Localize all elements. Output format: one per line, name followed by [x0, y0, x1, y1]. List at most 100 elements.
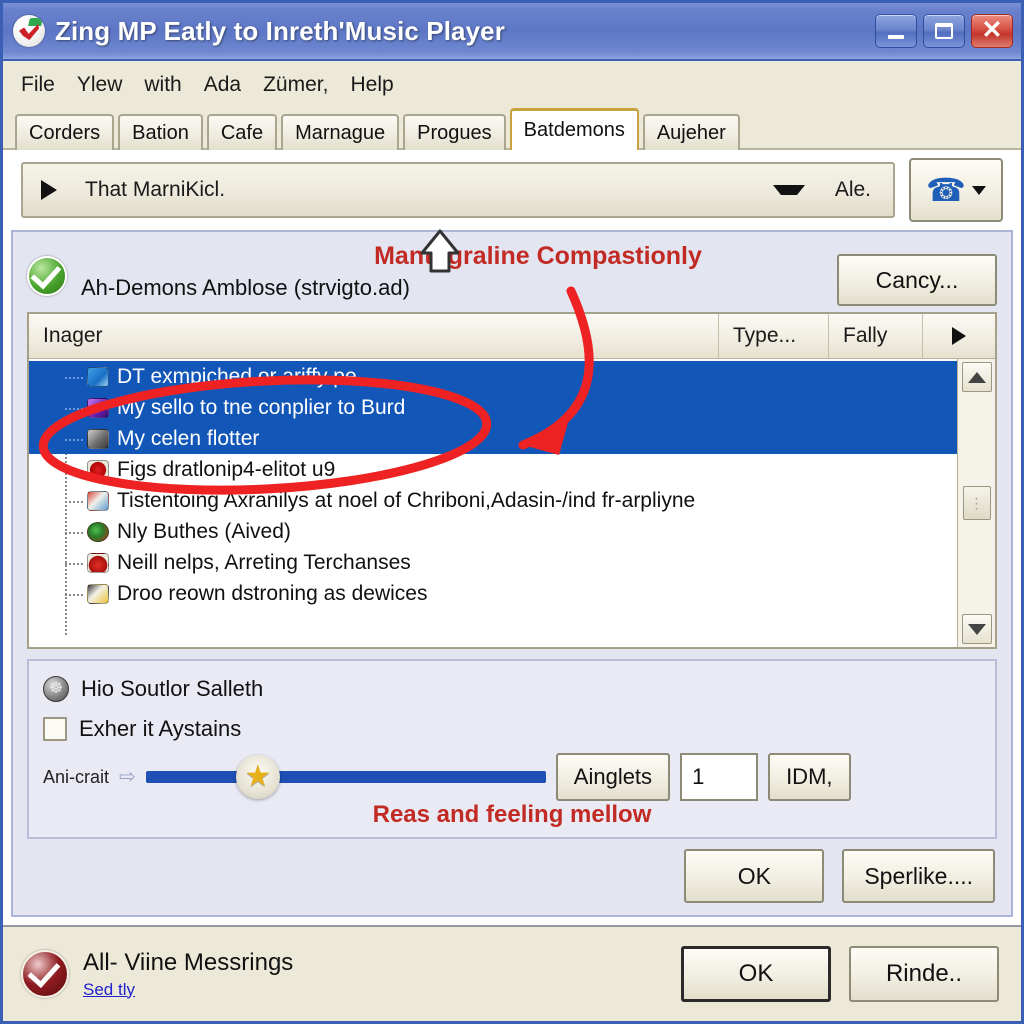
list-item[interactable]: Figs dratlonip4-elitot u9 — [29, 454, 957, 485]
play-triangle-icon — [952, 327, 966, 345]
status-texts: All- Viine Messrings Sed tly — [83, 949, 667, 1000]
yellow-folder-icon — [87, 583, 109, 604]
tab-aujeher[interactable]: Aujeher — [642, 114, 740, 150]
main-panel: Mantograline Compastionly Ah-Demons Ambl… — [11, 230, 1013, 917]
maximize-button[interactable] — [923, 14, 965, 48]
list-view: Inager Type... Fally DT exmpiched or ari… — [27, 312, 997, 649]
scroll-up-button[interactable] — [961, 362, 992, 392]
red-bell-icon — [87, 552, 109, 573]
right-arrow-icon: ⇨ — [119, 766, 136, 788]
camera-icon — [87, 428, 109, 449]
column-header-type[interactable]: Type... — [719, 314, 829, 358]
chevron-down-icon[interactable] — [772, 185, 805, 195]
menu-item-zumer[interactable]: Zümer, — [263, 73, 328, 97]
tab-cafe[interactable]: Cafe — [206, 114, 278, 150]
list-item[interactable]: My celen flotter — [29, 423, 957, 454]
green-check-icon — [27, 256, 67, 296]
purple-gradient-icon — [87, 397, 109, 418]
status-bar: All- Viine Messrings Sed tly OK Rinde.. — [3, 925, 1021, 1021]
chevron-down-icon[interactable] — [971, 185, 986, 195]
list-item[interactable]: Nly Buthes (Aived) — [29, 516, 957, 547]
menu-bar: File Ylew with Ada Zümer, Help — [3, 61, 1021, 108]
source-combobox[interactable]: That MarniKicl. Ale. — [21, 162, 895, 218]
dark-red-check-icon — [21, 950, 69, 998]
window-controls: ✕ — [875, 14, 1013, 48]
list-scrollbar[interactable]: ⋮ — [957, 359, 995, 647]
list-item[interactable]: Neill nelps, Arreting Terchanses — [29, 547, 957, 578]
status-link[interactable]: Sed tly — [83, 980, 135, 1000]
ainglets-button[interactable]: Ainglets — [555, 753, 671, 801]
maximize-icon — [935, 23, 953, 39]
tab-strip: Corders Bation Cafe Marnague Progues Bat… — [3, 108, 1021, 150]
volume-slider[interactable]: ★ — [145, 755, 546, 799]
tab-bation[interactable]: Bation — [118, 114, 203, 150]
list-item-label: DT exmpiched or ariffy pe — [117, 364, 357, 388]
column-header-fally[interactable]: Fally — [829, 314, 923, 358]
exher-checkbox[interactable] — [43, 717, 67, 741]
dialog-button-row: OK Sperlike.... — [27, 839, 997, 905]
minimize-icon — [888, 35, 904, 39]
tab-corders[interactable]: Corders — [15, 114, 115, 150]
checkbox-row[interactable]: Exher it Aystains — [43, 709, 981, 749]
list-item[interactable]: Droo reown dstroning as dewices — [29, 578, 957, 609]
client-area: That MarniKicl. Ale. ☎ Mantograline Comp… — [3, 150, 1021, 925]
column-header-inager[interactable]: Inager — [29, 314, 719, 358]
list-item[interactable]: DT exmpiched or ariffy pe — [29, 361, 957, 392]
list-body: DT exmpiched or ariffy pe My sello to tn… — [29, 359, 995, 647]
tab-batdemons[interactable]: Batdemons — [509, 108, 639, 150]
combobox-value: That MarniKicl. — [85, 178, 226, 201]
combo-row: That MarniKicl. Ale. ☎ — [3, 150, 1021, 230]
quantity-input[interactable]: 1 — [680, 753, 759, 801]
list-item-label: My sello to tne conplier to Burd — [117, 395, 406, 419]
dialog-sperlike-button[interactable]: Sperlike.... — [842, 849, 995, 903]
play-triangle-icon — [41, 180, 73, 200]
status-rinde-button[interactable]: Rinde.. — [849, 946, 999, 1002]
slider-row: Ani-crait ⇨ ★ Ainglets 1 IDM, — [43, 749, 981, 805]
scroll-down-button[interactable] — [961, 614, 992, 644]
scroll-up-icon — [967, 371, 986, 383]
idm-button[interactable]: IDM, — [768, 753, 851, 801]
checkbox-label: Exher it Aystains — [79, 716, 242, 741]
slider-thumb[interactable]: ★ — [235, 755, 280, 799]
list-item[interactable]: My sello to tne conplier to Burd — [29, 392, 957, 423]
blue-gradient-icon — [87, 366, 109, 387]
menu-item-help[interactable]: Help — [350, 73, 393, 97]
close-button[interactable]: ✕ — [971, 14, 1013, 48]
tab-progues[interactable]: Progues — [403, 114, 506, 150]
window-title: Zing MP Eatly to Inreth'Music Player — [55, 15, 505, 46]
options-title: Hio Soutlor Salleth — [81, 676, 264, 701]
menu-item-view[interactable]: Ylew — [77, 73, 123, 97]
tab-marnague[interactable]: Marnague — [281, 114, 400, 150]
app-icon — [13, 15, 45, 47]
scroll-thumb[interactable]: ⋮ — [962, 486, 991, 520]
list-rows: DT exmpiched or ariffy pe My sello to tn… — [29, 359, 957, 647]
menu-item-ada[interactable]: Ada — [204, 73, 241, 97]
options-box: ☸ Hio Soutlor Salleth Exher it Aystains … — [27, 659, 997, 839]
minimize-button[interactable] — [875, 14, 917, 48]
red-dot-icon — [87, 459, 109, 480]
globe-icon — [87, 521, 109, 542]
phone-button[interactable]: ☎ — [909, 158, 1003, 222]
list-item-label: Droo reown dstroning as dewices — [117, 581, 428, 605]
menu-item-file[interactable]: File — [21, 73, 55, 97]
list-item-label: Figs dratlonip4-elitot u9 — [117, 457, 336, 481]
slider-label: Ani-crait — [43, 766, 110, 787]
gear-icon: ☸ — [43, 676, 69, 702]
dialog-ok-button[interactable]: OK — [684, 849, 825, 903]
column-header-more-button[interactable] — [923, 314, 995, 358]
close-icon: ✕ — [981, 15, 1003, 44]
mixed-tile-icon — [87, 490, 109, 511]
star-icon: ★ — [244, 760, 272, 793]
panel-header: Mantograline Compastionly Ah-Demons Ambl… — [27, 240, 997, 306]
list-item-label: My celen flotter — [117, 426, 260, 450]
phone-icon: ☎ — [926, 172, 966, 208]
scroll-down-icon — [967, 623, 986, 635]
list-item[interactable]: Tistentoing Axranilys at noel of Chribon… — [29, 485, 957, 516]
menu-item-with[interactable]: with — [144, 73, 181, 97]
list-item-label: Tistentoing Axranilys at noel of Chribon… — [117, 488, 696, 512]
mellow-annotation-text: Reas and feeling mellow — [372, 801, 652, 828]
cancel-button[interactable]: Cancy... — [837, 254, 997, 306]
status-ok-button[interactable]: OK — [681, 946, 831, 1002]
status-buttons: OK Rinde.. — [681, 946, 999, 1002]
list-header: Inager Type... Fally — [29, 314, 995, 359]
